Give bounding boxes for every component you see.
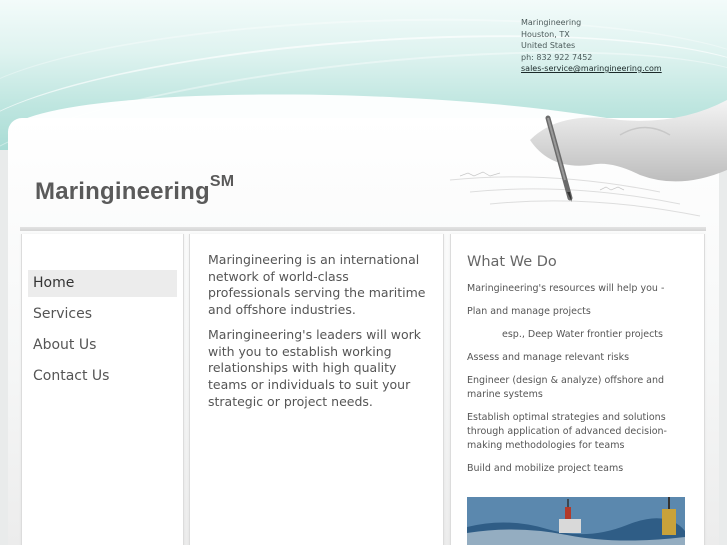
list-item: Plan and manage projects xyxy=(467,306,591,317)
intro-paragraph: Maringineering is an international netwo… xyxy=(208,252,426,318)
contact-email-link[interactable]: sales-service@maringineering.com xyxy=(521,64,662,73)
list-item: Maringineering's resources will help you… xyxy=(467,283,665,294)
leaders-paragraph: Maringineering's leaders will work with … xyxy=(208,326,422,409)
contact-block: Maringineering Houston, TX United States… xyxy=(521,17,662,75)
section-heading: What We Do xyxy=(467,254,557,270)
nav-item-about-us[interactable]: About Us xyxy=(28,332,177,359)
list-item: esp., Deep Water frontier projects xyxy=(502,329,663,340)
contact-phone: ph: 832 922 7452 xyxy=(521,52,593,62)
site-title[interactable]: MaringineeringSM xyxy=(35,173,234,206)
main-content: Maringineering is an international netwo… xyxy=(208,252,426,418)
nav-item-contact-us[interactable]: Contact Us xyxy=(28,363,177,390)
contact-company: Maringineering xyxy=(521,18,582,27)
contact-city: Houston, TX xyxy=(521,29,570,39)
site-title-text: Maringineering xyxy=(35,178,210,205)
list-item: Engineer (design & analyze) offshore and… xyxy=(467,375,665,400)
hand-writing-with-pen-icon xyxy=(449,100,727,217)
ship-at-sea-photo-icon xyxy=(467,497,685,545)
contact-country: United States xyxy=(521,41,576,50)
list-item: Establish optimal strategies and solutio… xyxy=(467,412,667,451)
nav-item-services[interactable]: Services xyxy=(28,301,177,328)
service-mark: SM xyxy=(209,173,235,190)
main-navigation: Home Services About Us Contact Us xyxy=(28,270,177,394)
header-divider xyxy=(20,227,706,231)
list-item: Assess and manage relevant risks xyxy=(467,352,630,363)
list-item: Build and mobilize project teams xyxy=(467,463,624,474)
what-we-do-section: What We Do Maringineering's resources wi… xyxy=(467,254,692,485)
nav-item-home[interactable]: Home xyxy=(28,270,177,297)
